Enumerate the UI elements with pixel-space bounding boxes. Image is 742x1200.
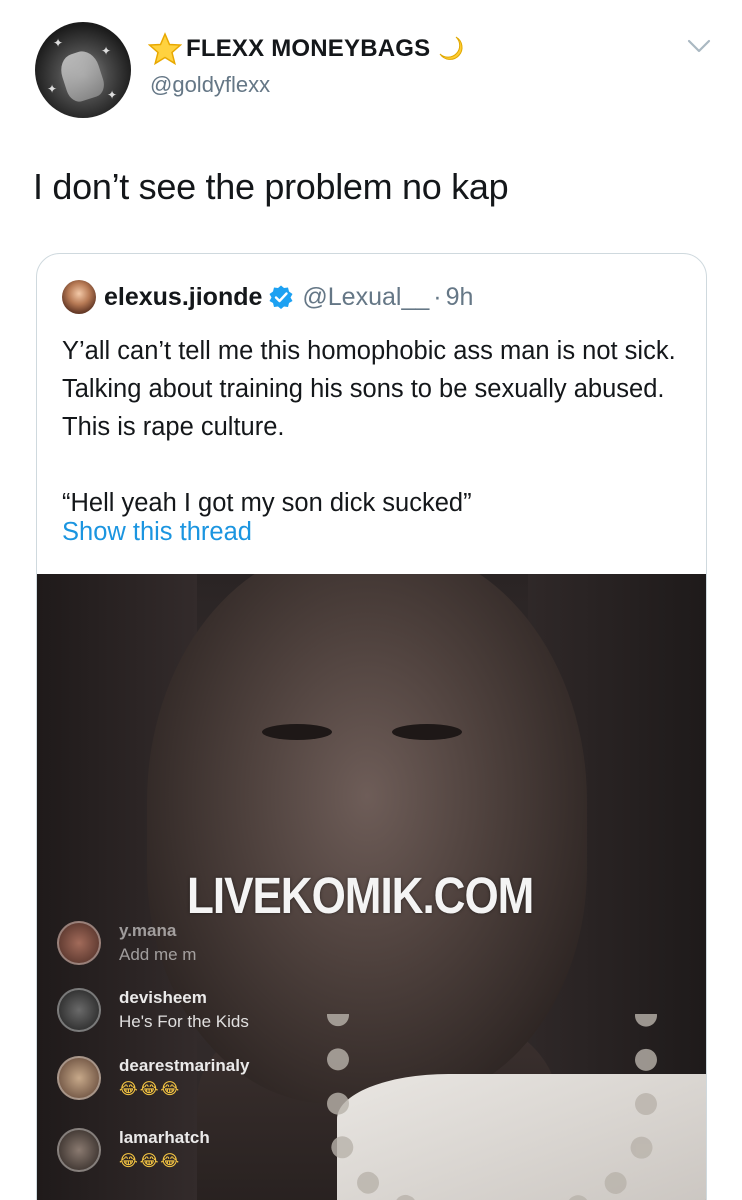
quoted-author-handle[interactable]: @Lexual__: [302, 283, 429, 312]
separator-dot: ·: [433, 282, 442, 311]
comment-user: lamarhatch: [119, 1128, 210, 1147]
avatar-image: [56, 47, 108, 105]
video-watermark: LIVEKOMIK.COM: [187, 868, 534, 925]
star-icon: [148, 32, 182, 66]
author-display-name[interactable]: FLEXX MONEYBAGS: [186, 35, 430, 63]
butterfly-icon: ✦: [107, 88, 118, 102]
comment-avatar: [57, 1128, 101, 1172]
quoted-video-media[interactable]: LIVEKOMIK.COM y.mana Add me m devisheem …: [37, 574, 706, 1200]
live-comment: y.mana Add me m: [57, 919, 196, 967]
comment-message: He's For the Kids: [119, 1012, 249, 1031]
comment-message: 😂😂😂: [119, 1153, 182, 1170]
quoted-paragraph-1: Y’all can’t tell me this homophobic ass …: [62, 337, 676, 441]
chain-necklace: [327, 1014, 657, 1200]
comment-user: dearestmarinaly: [119, 1056, 250, 1075]
chevron-down-icon[interactable]: [686, 36, 712, 56]
quoted-timestamp[interactable]: 9h: [446, 283, 474, 312]
live-comment: dearestmarinaly 😂😂😂: [57, 1054, 249, 1102]
show-thread-link[interactable]: Show this thread: [62, 518, 252, 547]
verified-badge-icon: [269, 285, 293, 309]
quoted-tweet-card[interactable]: elexus.jionde @Lexual__ · 9h Y’all can’t…: [36, 253, 707, 1200]
butterfly-icon: ✦: [47, 82, 58, 96]
quoted-tweet-text: Y’all can’t tell me this homophobic ass …: [62, 332, 692, 522]
live-comment: lamarhatch 😂😂😂: [57, 1126, 210, 1174]
comment-message: Add me m: [119, 945, 197, 964]
author-avatar[interactable]: ✦ ✦ ✦ ✦: [35, 22, 131, 118]
quoted-paragraph-2: “Hell yeah I got my son dick sucked”: [62, 489, 472, 517]
comment-avatar: [57, 988, 101, 1032]
comment-avatar: [57, 1056, 101, 1100]
butterfly-icon: ✦: [101, 44, 112, 58]
comment-user: y.mana: [119, 921, 177, 940]
crescent-moon-icon: [439, 36, 463, 60]
quoted-author-avatar[interactable]: [62, 280, 96, 314]
quoted-tweet-header[interactable]: elexus.jionde @Lexual__ · 9h: [62, 279, 473, 315]
butterfly-icon: ✦: [53, 36, 64, 50]
author-handle[interactable]: @goldyflexx: [150, 72, 270, 98]
comment-user: devisheem: [119, 988, 207, 1007]
tweet-text: I don’t see the problem no kap: [33, 166, 509, 207]
author-name-row[interactable]: FLEXX MONEYBAGS: [148, 32, 466, 66]
comment-avatar: [57, 921, 101, 965]
comment-message: 😂😂😂: [119, 1081, 182, 1098]
quoted-author-name[interactable]: elexus.jionde: [104, 283, 262, 312]
live-comment: devisheem He's For the Kids: [57, 986, 249, 1034]
